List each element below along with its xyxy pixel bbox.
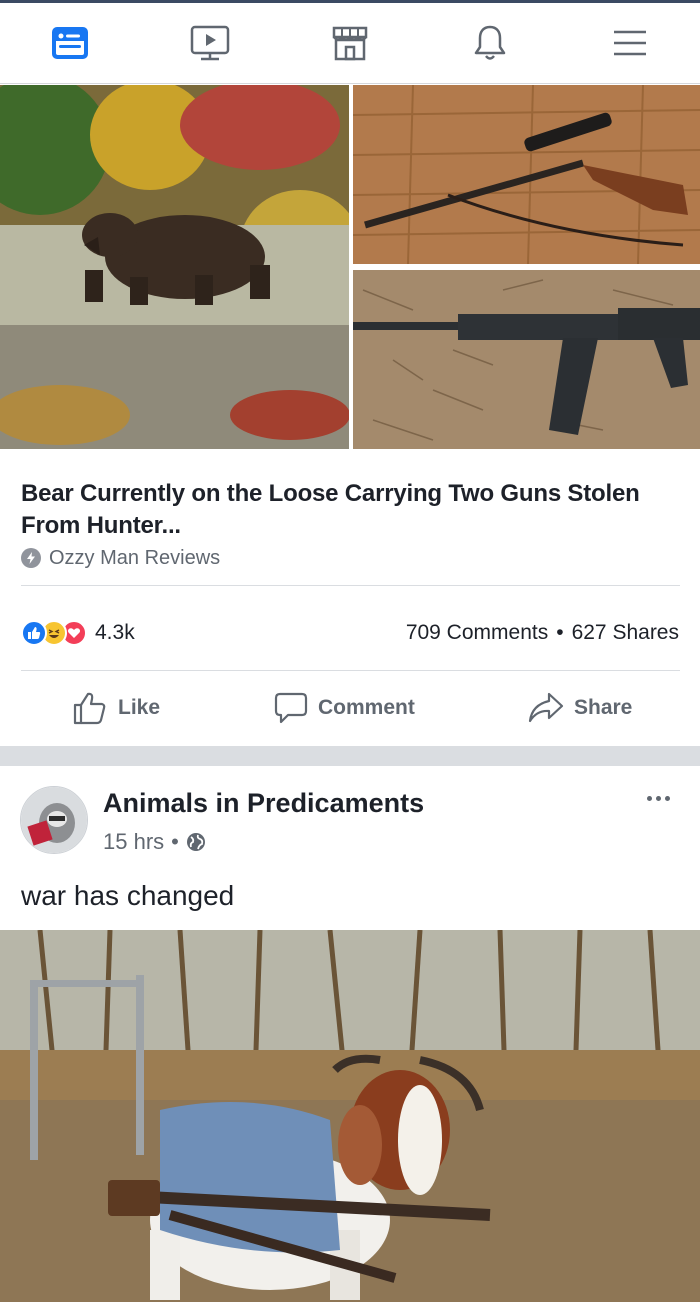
hamburger-menu-icon <box>614 30 646 56</box>
globe-icon <box>186 833 205 851</box>
bell-icon <box>474 25 506 60</box>
post-text: war has changed <box>21 880 235 911</box>
engagement-counts: 709 Comments • 627 Shares <box>406 618 679 648</box>
post-time[interactable]: 15 hrs <box>103 829 164 855</box>
rifle-photo[interactable] <box>353 85 700 264</box>
news-feed-tab[interactable] <box>48 21 92 65</box>
page-avatar[interactable] <box>20 786 88 854</box>
share-label: Share <box>574 696 633 719</box>
comment-button[interactable]: Comment <box>274 680 415 736</box>
thumbs-up-icon <box>73 692 106 725</box>
more-dot <box>656 796 661 801</box>
counts-separator: • <box>556 621 564 644</box>
storefront-icon <box>332 26 368 61</box>
like-label: Like <box>118 696 161 719</box>
more-dot <box>647 796 652 801</box>
menu-tab[interactable] <box>608 21 652 65</box>
feed-separator <box>0 746 700 766</box>
share-button[interactable]: Share <box>528 680 632 736</box>
like-reaction-icon <box>21 620 47 646</box>
link-title-line-1: Bear Currently on the Loose Carrying Two… <box>21 480 640 507</box>
speech-bubble-icon <box>274 692 308 724</box>
news-feed-icon <box>52 27 88 59</box>
top-nav-bar <box>0 0 700 84</box>
more-dot <box>665 796 670 801</box>
link-title-line-2: From Hunter... <box>21 512 181 539</box>
marketplace-tab[interactable] <box>328 21 372 65</box>
link-title[interactable]: Bear Currently on the Loose Carrying Two… <box>21 478 681 542</box>
divider-bottom <box>21 670 680 671</box>
watch-tab[interactable] <box>188 21 232 65</box>
comment-label: Comment <box>318 696 415 719</box>
more-options-button[interactable] <box>647 796 670 801</box>
meta-separator: • <box>171 829 179 854</box>
reactions-summary[interactable]: 4.3k <box>21 618 135 648</box>
source-name: Ozzy Man Reviews <box>49 546 221 569</box>
like-button[interactable]: Like <box>72 680 160 736</box>
link-preview-images[interactable] <box>0 85 700 449</box>
post-meta: 15 hrs • <box>103 829 206 855</box>
share-arrow-icon <box>528 692 564 723</box>
page-name[interactable]: Animals in Predicaments <box>103 788 424 819</box>
shotgun-photo[interactable] <box>353 270 700 449</box>
post-header: Animals in Predicaments 15 hrs • <box>0 766 700 876</box>
goat-photo[interactable] <box>0 930 700 1302</box>
shares-count[interactable]: 627 Shares <box>572 621 679 645</box>
reaction-count: 4.3k <box>95 621 135 644</box>
link-source: Ozzy Man Reviews <box>21 544 220 572</box>
instant-article-bolt-icon <box>21 548 41 568</box>
post-action-bar: Like Comment Share <box>0 680 700 736</box>
bear-photo[interactable] <box>0 85 349 449</box>
comments-count[interactable]: 709 Comments <box>406 621 548 645</box>
notifications-tab[interactable] <box>468 21 512 65</box>
divider-top <box>21 585 680 586</box>
video-play-icon <box>190 25 230 61</box>
